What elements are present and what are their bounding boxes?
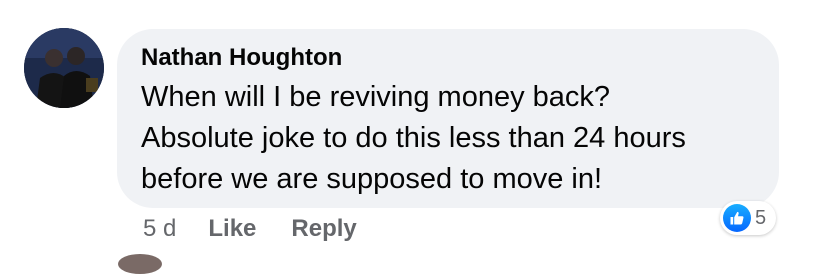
reaction-summary[interactable]: 5 <box>720 201 777 235</box>
like-thumbs-up-icon <box>723 204 751 232</box>
like-button[interactable]: Like <box>208 215 256 243</box>
comment-actions: 5 d Like Reply <box>143 212 392 246</box>
comment-timestamp[interactable]: 5 d <box>143 215 176 243</box>
comment-author[interactable]: Nathan Houghton <box>141 43 753 73</box>
next-comment-avatar <box>118 254 162 274</box>
reply-button[interactable]: Reply <box>291 215 356 243</box>
avatar[interactable] <box>24 28 104 108</box>
avatar-photo <box>24 28 104 108</box>
reaction-count: 5 <box>755 207 767 229</box>
comment-bubble: Nathan Houghton When will I be reviving … <box>117 29 779 208</box>
comment-text: When will I be reviving money back? Abso… <box>141 81 686 195</box>
